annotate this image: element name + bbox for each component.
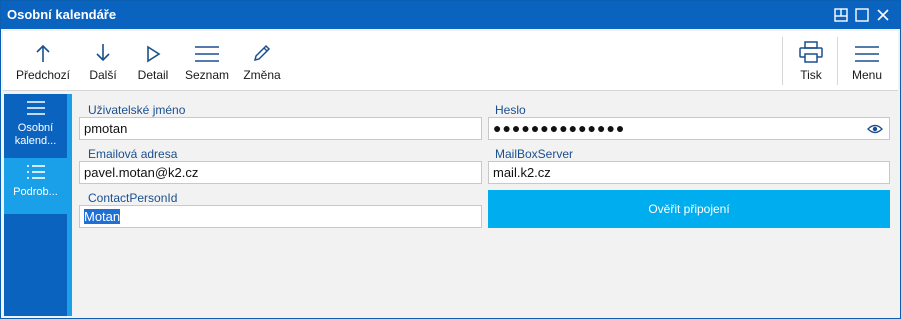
contact-person-label: ContactPersonId	[88, 191, 178, 205]
password-label: Heslo	[495, 103, 526, 117]
next-label: Další	[89, 68, 117, 82]
print-button[interactable]: Tisk	[789, 31, 833, 91]
hamburger-icon	[855, 46, 879, 62]
edit-label: Změna	[243, 68, 281, 82]
contact-person-field[interactable]: Motan	[79, 205, 482, 228]
app-window: Osobní kalendáře Předchozí Další Detail …	[0, 0, 901, 319]
password-value: ●●●●●●●●●●●●●●	[493, 120, 626, 136]
previous-label: Předchozí	[15, 68, 71, 82]
detail-list-icon	[26, 165, 45, 179]
username-field[interactable]: pmotan	[79, 117, 482, 140]
sidebar-item-label: Podrob...	[13, 186, 58, 198]
arrow-down-icon	[96, 44, 110, 62]
list-label: Seznam	[184, 68, 230, 82]
password-field[interactable]: ●●●●●●●●●●●●●●	[488, 117, 890, 140]
hamburger-icon	[26, 101, 45, 115]
window-title: Osobní kalendáře	[7, 7, 117, 22]
username-label: Uživatelské jméno	[88, 103, 186, 117]
contact-person-value: Motan	[84, 209, 121, 224]
detail-label: Detail	[137, 68, 169, 82]
mailbox-server-field[interactable]: mail.k2.cz	[488, 161, 890, 184]
pencil-icon	[253, 44, 271, 62]
sidebar-item-personal-calendars[interactable]: Osobní kalend...	[4, 100, 67, 158]
maximize-icon[interactable]	[852, 5, 872, 25]
eye-icon[interactable]	[867, 123, 883, 135]
title-bar: Osobní kalendáře	[1, 1, 900, 29]
sidebar: Osobní kalend... Podrob...	[4, 94, 67, 316]
list-icon	[195, 46, 219, 62]
toolbar: Předchozí Další Detail Seznam Změna Tisk…	[3, 31, 898, 91]
next-button[interactable]: Další	[83, 31, 123, 91]
detail-form: Uživatelské jméno pmotan Heslo ●●●●●●●●●…	[72, 94, 898, 316]
close-icon[interactable]	[873, 5, 893, 25]
print-label: Tisk	[800, 68, 822, 82]
mailbox-server-label: MailBoxServer	[495, 147, 574, 161]
sidebar-item-details[interactable]: Podrob...	[4, 158, 67, 214]
arrow-up-icon	[36, 44, 50, 62]
previous-button[interactable]: Předchozí	[15, 31, 71, 91]
edit-button[interactable]: Změna	[239, 31, 285, 91]
toolbar-separator	[837, 37, 838, 85]
printer-icon	[799, 41, 823, 63]
menu-button[interactable]: Menu	[845, 31, 889, 91]
restore-icon[interactable]	[831, 5, 851, 25]
list-button[interactable]: Seznam	[183, 31, 231, 91]
email-label: Emailová adresa	[88, 147, 178, 161]
menu-label: Menu	[851, 68, 883, 82]
play-icon	[147, 45, 161, 63]
verify-connection-button[interactable]: Ověřit připojení	[488, 190, 890, 228]
toolbar-separator	[782, 37, 783, 85]
detail-button[interactable]: Detail	[131, 31, 175, 91]
sidebar-item-label: Osobní kalend...	[14, 122, 57, 147]
email-field[interactable]: pavel.motan@k2.cz	[79, 161, 482, 184]
